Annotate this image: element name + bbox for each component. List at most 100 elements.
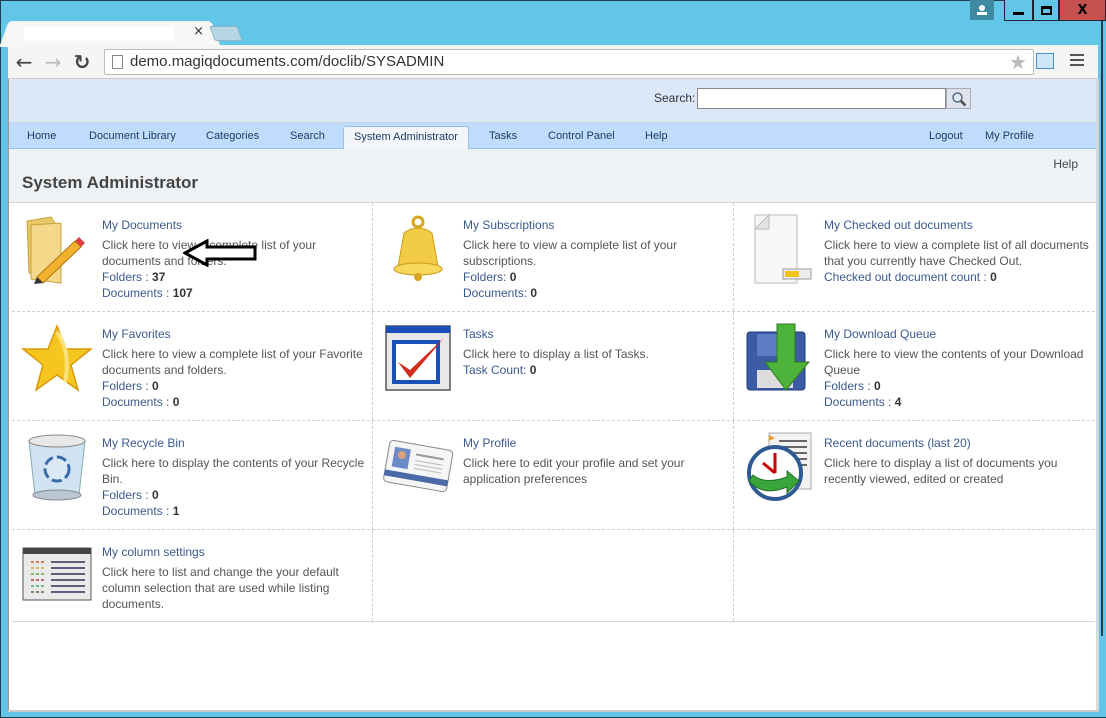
tile-title[interactable]: Tasks	[463, 326, 731, 342]
back-arrow-icon: ←	[15, 50, 33, 74]
tile-description: Click here to edit your profile and set …	[463, 456, 685, 486]
tile-stat-documents: Documents : 0	[102, 395, 180, 409]
empty-cell	[373, 530, 734, 621]
user-profile-icon[interactable]	[970, 0, 994, 20]
tile-download-queue[interactable]: My Download Queue Click here to view the…	[734, 312, 1095, 420]
tile-row: My Favorites Click here to view a comple…	[12, 312, 1095, 421]
nav-my-profile[interactable]: My Profile	[985, 123, 1034, 149]
download-floppy-icon	[746, 323, 811, 391]
main-nav: Home Document Library Categories Search …	[9, 123, 1098, 149]
back-button[interactable]: ←	[12, 50, 36, 74]
tile-recycle-bin[interactable]: My Recycle Bin Click here to display the…	[12, 421, 373, 529]
search-label: Search:	[654, 91, 696, 105]
tile-title[interactable]: My Documents	[102, 217, 370, 233]
tile-title[interactable]: My Subscriptions	[463, 217, 731, 233]
tab-close-icon[interactable]: ×	[193, 24, 204, 39]
address-bar[interactable]: demo.magiqdocuments.com/doclib/SYSADMIN …	[104, 49, 1034, 75]
tile-stat-documents: Documents : 4	[824, 395, 902, 409]
tile-description: Click here to view a complete list of yo…	[102, 347, 363, 377]
app-header: Search:	[9, 79, 1098, 123]
tile-stat-folders: Folders: 0	[463, 270, 517, 284]
extension-icon[interactable]	[1036, 53, 1054, 69]
minimize-button[interactable]	[1004, 0, 1033, 21]
nav-search[interactable]: Search	[290, 123, 325, 149]
tile-stat-documents: Documents : 1	[102, 504, 180, 518]
browser-menu-icon[interactable]	[1070, 54, 1084, 69]
new-tab-button[interactable]	[209, 26, 243, 41]
maximize-icon	[1040, 5, 1052, 15]
tile-description: Click here to view a complete list of yo…	[463, 238, 678, 268]
profile-card-icon	[383, 439, 454, 493]
tile-stat-folders: Folders : 0	[102, 379, 159, 393]
nav-help[interactable]: Help	[645, 123, 668, 149]
nav-document-library[interactable]: Document Library	[89, 123, 176, 149]
empty-cell	[734, 530, 1095, 621]
tile-title[interactable]: My Profile	[463, 435, 731, 451]
tile-my-subscriptions[interactable]: My Subscriptions Click here to view a co…	[373, 203, 734, 311]
tile-description: Click here to display a list of Tasks.	[463, 347, 649, 361]
tile-row: My Recycle Bin Click here to display the…	[12, 421, 1095, 530]
tile-description: Click here to display the contents of yo…	[102, 456, 365, 486]
reload-button[interactable]: ↻	[70, 50, 94, 74]
window-edge	[1101, 0, 1103, 636]
tile-stat-documents: Documents: 0	[463, 286, 538, 300]
close-window-button[interactable]: X	[1059, 0, 1106, 21]
page-right-edge	[1096, 79, 1099, 712]
tile-column-settings[interactable]: My column settings Click here to list an…	[12, 530, 373, 621]
magnifier-icon	[951, 91, 966, 106]
column-settings-icon	[22, 547, 92, 601]
tile-title[interactable]: My Favorites	[102, 326, 370, 342]
tile-tasks[interactable]: Tasks Click here to display a list of Ta…	[373, 312, 734, 420]
tile-description: Click here to list and change the your d…	[102, 565, 339, 611]
folder-pencil-icon	[26, 216, 85, 284]
tile-title[interactable]: My Checked out documents	[824, 217, 1092, 233]
tile-description: Click here to view the contents of your …	[824, 347, 1084, 377]
nav-categories[interactable]: Categories	[206, 123, 259, 149]
search-input[interactable]	[697, 88, 946, 109]
tile-my-profile[interactable]: My Profile Click here to edit your profi…	[373, 421, 734, 529]
forward-arrow-icon: →	[44, 50, 62, 74]
tile-title[interactable]: Recent documents (last 20)	[824, 435, 1092, 451]
annotation-arrow-icon	[183, 239, 257, 267]
url-text[interactable]: demo.magiqdocuments.com/doclib/SYSADMIN	[130, 53, 444, 70]
tile-description: Click here to display a list of document…	[824, 456, 1058, 486]
title-bar: System Administrator Help	[9, 149, 1098, 203]
tile-title[interactable]: My Download Queue	[824, 326, 1092, 342]
browser-tab[interactable]: ×	[10, 21, 210, 47]
bell-icon	[393, 215, 443, 281]
help-link[interactable]: Help	[1053, 157, 1078, 171]
tile-grid: My Documents Click here to view a comple…	[12, 203, 1095, 622]
nav-system-administrator[interactable]: System Administrator	[343, 126, 469, 149]
tile-stat-documents: Documents : 107	[102, 286, 193, 300]
checked-out-document-icon	[753, 213, 812, 284]
browser-toolbar: ← → ↻ demo.magiqdocuments.com/doclib/SYS…	[8, 45, 1098, 79]
maximize-button[interactable]	[1033, 0, 1059, 21]
star-icon	[21, 323, 93, 392]
tile-title[interactable]: My Recycle Bin	[102, 435, 370, 451]
page-bottom-edge	[8, 710, 1099, 712]
tile-my-favorites[interactable]: My Favorites Click here to view a comple…	[12, 312, 373, 420]
forward-button[interactable]: →	[41, 50, 65, 74]
close-icon: X	[1077, 2, 1088, 18]
nav-home[interactable]: Home	[27, 123, 56, 149]
search-button[interactable]	[946, 88, 971, 109]
bookmark-star-icon[interactable]: ★	[1009, 50, 1027, 74]
tile-stat-folders: Folders : 0	[102, 488, 159, 502]
recycle-bin-icon	[28, 434, 86, 501]
nav-control-panel[interactable]: Control Panel	[548, 123, 615, 149]
task-checkbox-icon	[385, 325, 451, 391]
tile-checked-out-documents[interactable]: My Checked out documents Click here to v…	[734, 203, 1095, 311]
tile-stat-folders: Folders : 0	[824, 379, 881, 393]
window-controls: X	[1004, 0, 1106, 22]
page-icon	[112, 55, 123, 69]
recent-clock-icon	[747, 432, 812, 501]
tile-recent-documents[interactable]: Recent documents (last 20) Click here to…	[734, 421, 1095, 529]
nav-logout[interactable]: Logout	[929, 123, 963, 149]
nav-tasks[interactable]: Tasks	[489, 123, 517, 149]
tile-description: Click here to view a complete list of al…	[824, 238, 1089, 268]
tile-stat-checked-out-count: Checked out document count : 0	[824, 270, 997, 284]
reload-icon: ↻	[73, 50, 91, 74]
tile-row: My Documents Click here to view a comple…	[12, 203, 1095, 312]
tile-title[interactable]: My column settings	[102, 544, 370, 560]
tile-stat-task-count: Task Count: 0	[463, 363, 537, 377]
